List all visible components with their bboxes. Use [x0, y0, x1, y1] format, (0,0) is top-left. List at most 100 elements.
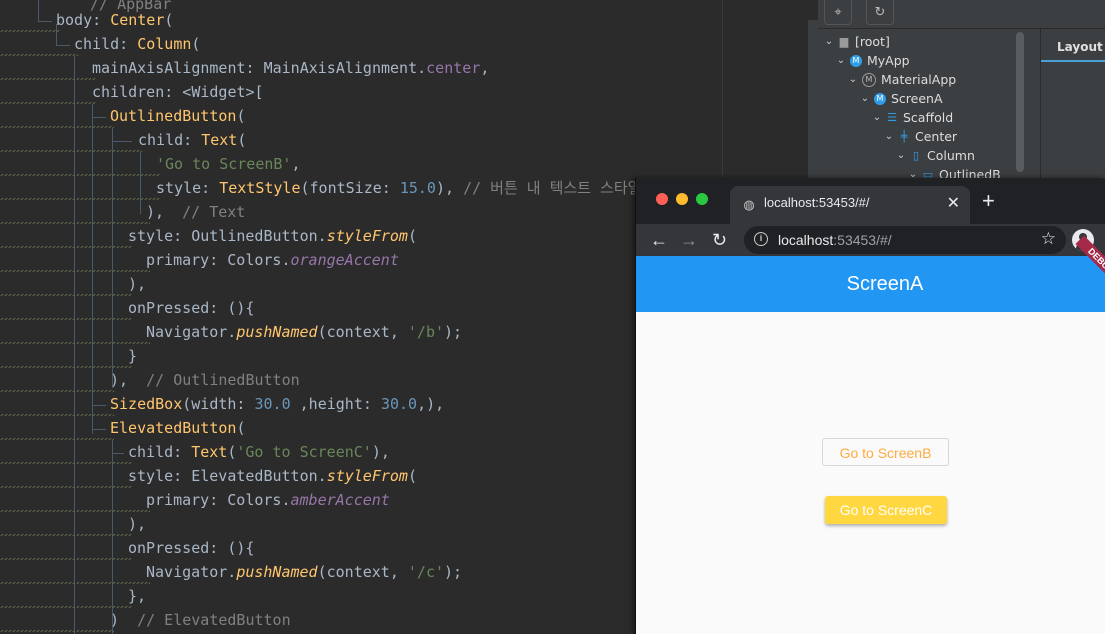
code-line: mainAxisAlignment: MainAxisAlignment.cen…	[92, 59, 490, 77]
code-line: SizedBox(width: 30.0 ,height: 30.0,),	[110, 395, 445, 413]
code-line: children: <Widget>[	[92, 83, 264, 101]
chevron-down-icon[interactable]: ⌄	[908, 165, 918, 178]
tree-node-root[interactable]: ⌄ ▆ [root]	[824, 32, 890, 51]
tree-node-label: Center	[915, 129, 958, 144]
tree-node-label: MyApp	[867, 53, 910, 68]
code-line: ),	[128, 515, 147, 533]
editor-scrollbar[interactable]	[808, 20, 818, 180]
widget-icon: M	[850, 54, 862, 67]
center-icon: ╪	[900, 130, 908, 143]
lint-underline	[0, 54, 78, 56]
tree-node-outlinedb[interactable]: ⌄ ▭ OutlinedB	[908, 165, 1001, 178]
lint-underline	[0, 126, 114, 128]
bookmark-star-icon[interactable]: ☆	[1041, 229, 1056, 249]
indent-guide	[112, 440, 113, 634]
widget-tree: ⌄ ▆ [root] ⌄ M MyApp ⌄ M MaterialApp ⌄ M ScreenA ⌄ ☰ S…	[818, 28, 1023, 178]
window-close-button[interactable]	[656, 193, 668, 205]
tree-node-materialapp[interactable]: ⌄ M MaterialApp	[848, 70, 956, 89]
material-icon: M	[862, 72, 876, 87]
indent-guide	[112, 453, 124, 454]
lint-underline	[0, 174, 160, 176]
code-line: 'Go to ScreenB',	[156, 155, 301, 173]
tab-layout-explorer[interactable]: Layout E	[1041, 32, 1105, 62]
tab-title: localhost:53453/#/	[764, 195, 870, 210]
code-line: ) // ElevatedButton	[110, 611, 291, 629]
browser-tab-strip: ◍ localhost:53453/#/ ✕ +	[636, 178, 1105, 224]
code-line: body: Center(	[56, 11, 174, 29]
widget-tree-scrollbar[interactable]	[1016, 32, 1024, 172]
refresh-tree-icon[interactable]: ↻	[866, 0, 894, 25]
folder-icon: ▆	[839, 35, 849, 48]
tree-node-myapp[interactable]: ⌄ M MyApp	[836, 51, 910, 70]
app-bar: ScreenA	[636, 256, 1105, 312]
tree-node-scaffold[interactable]: ⌄ ☰ Scaffold	[872, 108, 953, 127]
select-widget-mode-icon[interactable]: ⌖	[824, 0, 852, 25]
chevron-down-icon[interactable]: ⌄	[836, 51, 846, 70]
new-tab-button[interactable]: +	[982, 188, 995, 214]
browser-toolbar: ← → ↻ i localhost:53453/#/ ☆	[636, 224, 1105, 256]
indent-guide	[92, 104, 93, 434]
code-line: ElevatedButton(	[110, 419, 246, 437]
lint-underline	[0, 30, 60, 32]
indent-guide	[92, 405, 106, 406]
tree-node-label: ScreenA	[891, 91, 943, 106]
reload-icon[interactable]: ↻	[712, 228, 727, 252]
app-bar-title: ScreenA	[846, 273, 924, 295]
tree-node-label: MaterialApp	[881, 72, 957, 87]
code-line: ), // Text	[146, 203, 246, 221]
widget-icon: M	[874, 92, 886, 105]
tree-node-label: Column	[927, 148, 975, 163]
code-line: primary: Colors.orangeAccent	[146, 251, 399, 269]
code-line: child: Text('Go to ScreenC'),	[128, 443, 390, 461]
code-line: OutlinedButton(	[110, 107, 246, 125]
chevron-down-icon[interactable]: ⌄	[824, 32, 834, 51]
lint-underline	[0, 198, 160, 200]
tree-node-label: OutlinedB	[939, 167, 1001, 178]
chevron-down-icon[interactable]: ⌄	[884, 127, 894, 146]
code-editor[interactable]: // AppBar body: Center(child: Column(mai…	[0, 0, 722, 634]
url-text: localhost:53453/#/	[778, 232, 892, 248]
code-line: ),	[128, 275, 147, 293]
lint-underline	[0, 630, 114, 632]
indent-guide	[92, 429, 106, 430]
code-line: ), // OutlinedButton	[110, 371, 300, 389]
lint-underline	[0, 102, 96, 104]
chevron-down-icon[interactable]: ⌄	[848, 70, 858, 89]
code-line: child: Column(	[74, 35, 201, 53]
tree-node-screena[interactable]: ⌄ M ScreenA	[860, 89, 943, 108]
chevron-down-icon[interactable]: ⌄	[860, 89, 870, 108]
code-line: Navigator.pushNamed(context, '/c');	[146, 563, 463, 581]
code-line: Navigator.pushNamed(context, '/b');	[146, 323, 463, 341]
code-line: primary: Colors.amberAccent	[146, 491, 390, 509]
site-info-icon[interactable]: i	[754, 232, 768, 246]
button-icon: ▭	[922, 168, 934, 178]
lint-underline	[0, 438, 114, 440]
screen-body: Go to ScreenB Go to ScreenC	[636, 312, 1105, 634]
indent-guide	[112, 128, 113, 388]
chevron-down-icon[interactable]: ⌄	[872, 108, 882, 127]
inspector-toolbar: ⌖ ↻	[818, 0, 1105, 29]
code-line: onPressed: (){	[128, 539, 255, 557]
code-line: child: Text(	[138, 131, 247, 149]
go-to-screen-c-button[interactable]: Go to ScreenC	[825, 496, 947, 524]
indent-guide	[92, 117, 106, 118]
go-to-screen-b-button[interactable]: Go to ScreenB	[822, 438, 949, 466]
lint-underline	[0, 414, 114, 416]
scaffold-icon: ☰	[887, 111, 897, 124]
browser-tab[interactable]: ◍ localhost:53453/#/ ✕	[730, 186, 970, 224]
forward-arrow-icon[interactable]: →	[680, 228, 698, 252]
tree-node-column[interactable]: ⌄ ▯ Column	[896, 146, 975, 165]
indent-guide	[140, 152, 141, 214]
indent-guide	[38, 21, 52, 22]
address-bar[interactable]: i localhost:53453/#/ ☆	[744, 226, 1066, 254]
code-line: },	[128, 587, 147, 605]
window-zoom-button[interactable]	[696, 193, 708, 205]
code-line: style: ElevatedButton.styleFrom(	[128, 467, 417, 485]
chevron-down-icon[interactable]: ⌄	[896, 146, 906, 165]
close-tab-icon[interactable]: ✕	[947, 193, 960, 213]
indent-guide	[56, 24, 57, 46]
tree-node-center[interactable]: ⌄ ╪ Center	[884, 127, 957, 146]
window-minimize-button[interactable]	[676, 193, 688, 205]
back-arrow-icon[interactable]: ←	[650, 228, 668, 252]
lint-underline	[0, 390, 114, 392]
